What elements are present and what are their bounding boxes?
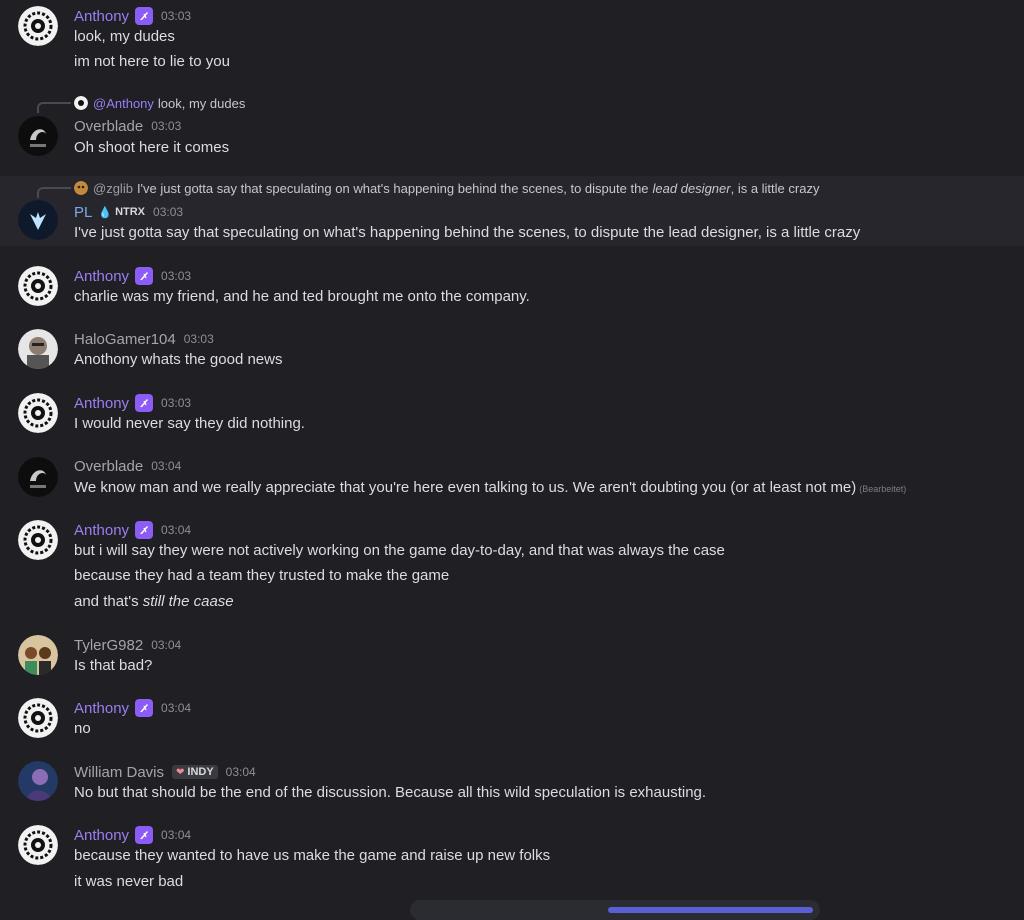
timestamp: 03:04 <box>151 638 182 652</box>
heart-icon: ❤ <box>176 766 185 778</box>
message[interactable]: Anthony 03:04 no <box>0 695 1024 745</box>
avatar[interactable] <box>18 457 58 497</box>
message[interactable]: TylerG982 03:04 Is that bad? <box>0 631 1024 681</box>
message[interactable]: Anthony 03:04 because they wanted to hav… <box>0 822 1024 897</box>
reply-text-end: , is a little crazy <box>730 180 820 196</box>
reply-author[interactable]: @zglib <box>93 181 133 196</box>
avatar[interactable] <box>18 393 58 433</box>
reply-text: look, my dudes <box>157 95 246 111</box>
drop-icon: 💧 <box>98 206 113 219</box>
reply-spine <box>37 102 71 113</box>
emphasis-text: still the caase <box>142 593 234 610</box>
reply-text-emphasis: lead designer <box>652 180 731 196</box>
reply-spine <box>37 187 71 198</box>
message-text: because they had a team they trusted to … <box>74 567 450 584</box>
message-text: it was never bad <box>74 873 184 890</box>
timestamp: 03:03 <box>183 332 214 346</box>
reply-text: I've just gotta say that speculating on … <box>136 180 649 196</box>
author-name[interactable]: Anthony <box>74 268 129 285</box>
timestamp: 03:04 <box>151 459 182 473</box>
server-booster-icon <box>135 521 154 539</box>
server-booster-icon <box>135 7 154 25</box>
message-text: I've just gotta say that speculating on … <box>74 224 861 241</box>
author-name[interactable]: Overblade <box>74 118 143 135</box>
chat-log: Anthony 03:03 look, my dudes im not here… <box>0 0 1024 920</box>
message-text: charlie was my friend, and he and ted br… <box>74 288 530 305</box>
author-name[interactable]: PL <box>74 204 92 221</box>
timestamp: 03:03 <box>151 119 182 133</box>
timestamp: 03:03 <box>161 269 192 283</box>
avatar[interactable] <box>18 761 58 801</box>
timestamp: 03:03 <box>161 396 192 410</box>
message-input-bar[interactable] <box>410 900 820 920</box>
message-text: Oh shoot here it comes <box>74 139 230 156</box>
server-booster-icon <box>135 267 154 285</box>
server-booster-icon <box>135 394 154 412</box>
author-name[interactable]: Anthony <box>74 522 129 539</box>
author-name[interactable]: Anthony <box>74 395 129 412</box>
server-booster-icon <box>135 699 154 717</box>
avatar[interactable] <box>18 329 58 369</box>
message[interactable]: Anthony 03:03 look, my dudes im not here… <box>0 0 1024 80</box>
message-text: Is that bad? <box>74 657 153 674</box>
message[interactable]: Overblade 03:04 We know man and we reall… <box>0 453 1024 503</box>
avatar <box>74 181 88 195</box>
timestamp: 03:04 <box>161 523 192 537</box>
avatar[interactable] <box>18 266 58 306</box>
reply-preview[interactable]: @Anthony look, my dudes <box>74 94 245 112</box>
message-text: but i will say they were not actively wo… <box>74 542 725 559</box>
avatar[interactable] <box>18 200 58 240</box>
avatar <box>74 96 88 110</box>
message[interactable]: HaloGamer104 03:03 Anothony whats the go… <box>0 326 1024 376</box>
avatar[interactable] <box>18 116 58 156</box>
message-text: Anothony whats the good news <box>74 351 283 368</box>
clan-tag: ❤ INDY <box>172 765 218 779</box>
reply-mention[interactable]: @Anthony <box>93 96 154 111</box>
author-name[interactable]: Anthony <box>74 700 129 717</box>
author-name[interactable]: TylerG982 <box>74 637 143 654</box>
timestamp: 03:03 <box>161 9 192 23</box>
message-text: im not here to lie to you <box>74 53 230 70</box>
message[interactable]: William Davis ❤ INDY 03:04 No but that sh… <box>0 758 1024 808</box>
message-text: We know man and we really appreciate tha… <box>74 479 907 496</box>
reply-preview[interactable]: @zglib I've just gotta say that speculat… <box>74 179 819 197</box>
timestamp: 03:03 <box>153 205 184 219</box>
message-text: No but that should be the end of the dis… <box>74 784 707 801</box>
author-name[interactable]: Anthony <box>74 827 129 844</box>
message[interactable]: @Anthony look, my dudes Overblade 03:03 … <box>0 90 1024 165</box>
message[interactable]: Anthony 03:03 charlie was my friend, and… <box>0 262 1024 312</box>
author-name[interactable]: Overblade <box>74 458 143 475</box>
message-text: I would never say they did nothing. <box>74 415 305 432</box>
timestamp: 03:04 <box>225 765 256 779</box>
timestamp: 03:04 <box>161 828 192 842</box>
message[interactable]: Anthony 03:03 I would never say they did… <box>0 390 1024 440</box>
message[interactable]: @zglib I've just gotta say that speculat… <box>0 176 1024 246</box>
timestamp: 03:04 <box>161 701 192 715</box>
avatar[interactable] <box>18 520 58 560</box>
message[interactable]: Anthony 03:04 but i will say they were n… <box>0 516 1024 616</box>
message-text: because they wanted to have us make the … <box>74 847 551 864</box>
author-name[interactable]: HaloGamer104 <box>74 331 176 348</box>
avatar[interactable] <box>18 635 58 675</box>
clan-tag: 💧 NTRX <box>98 206 146 219</box>
edited-label: (Bearbeitet) <box>859 484 907 494</box>
avatar[interactable] <box>18 698 58 738</box>
avatar[interactable] <box>18 825 58 865</box>
message-text: no <box>74 720 91 737</box>
bar-accent <box>608 907 813 913</box>
author-name[interactable]: William Davis <box>74 764 164 781</box>
message-text: and that's still the caase <box>74 593 234 610</box>
server-booster-icon <box>135 826 154 844</box>
author-name[interactable]: Anthony <box>74 8 129 25</box>
message-text: look, my dudes <box>74 28 175 45</box>
avatar[interactable] <box>18 6 58 46</box>
